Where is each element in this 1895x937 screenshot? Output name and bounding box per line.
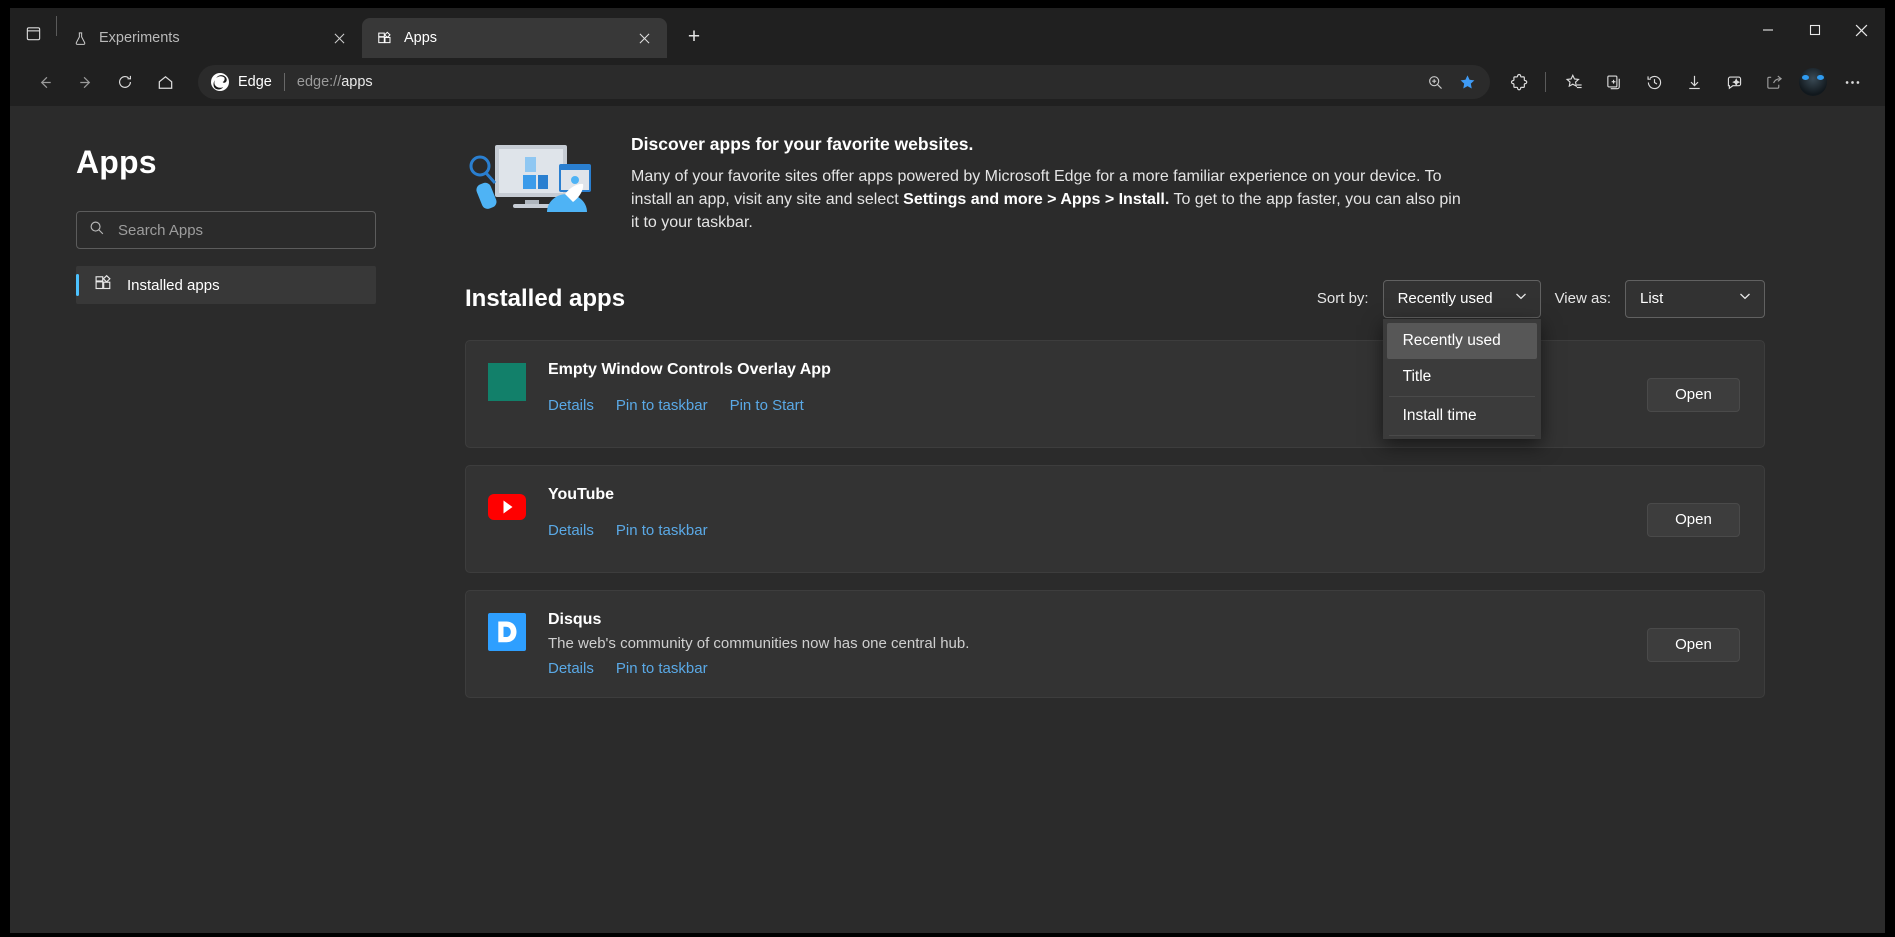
omnibox-actions	[1420, 68, 1482, 96]
minimize-button[interactable]	[1744, 8, 1791, 52]
teal-square-icon	[488, 362, 526, 401]
app-card-empty-window-controls-overlay: Empty Window Controls Overlay App Detail…	[465, 339, 1765, 448]
open-button[interactable]: Open	[1647, 627, 1740, 662]
section-title: Installed apps	[465, 284, 626, 312]
search-icon	[89, 220, 105, 241]
pin-to-taskbar-link[interactable]: Pin to taskbar	[616, 660, 708, 677]
browser-window: Experiments Apps + Edge edge://apps Apps…	[10, 8, 1885, 933]
open-button[interactable]: Open	[1647, 502, 1740, 537]
app-description: The web's community of communities now h…	[548, 634, 970, 652]
sidebar: Apps Installed apps	[10, 106, 410, 933]
view-as-value: List	[1640, 290, 1664, 308]
sort-option-title[interactable]: Title	[1387, 359, 1537, 395]
collections-icon[interactable]	[1595, 65, 1633, 99]
pin-to-taskbar-link[interactable]: Pin to taskbar	[616, 522, 708, 539]
chevron-down-icon	[1738, 289, 1752, 308]
youtube-icon	[488, 488, 526, 526]
downloads-icon[interactable]	[1675, 65, 1713, 99]
hero-heading: Discover apps for your favorite websites…	[631, 134, 974, 154]
sidebar-item-installed-apps[interactable]: Installed apps	[76, 266, 376, 304]
refresh-icon[interactable]	[106, 65, 144, 99]
sort-option-install-time[interactable]: Install time	[1387, 398, 1537, 434]
hero-body: Many of your favorite sites offer apps p…	[631, 168, 1461, 231]
home-icon[interactable]	[146, 65, 184, 99]
menu-separator	[1388, 434, 1535, 436]
tab-close-button[interactable]	[326, 25, 352, 51]
url-text: edge://apps	[296, 74, 373, 90]
toolbar-divider	[1545, 72, 1546, 92]
profile-avatar[interactable]	[1799, 68, 1827, 96]
disqus-icon	[488, 612, 526, 651]
app-card-youtube: YouTube Details Pin to taskbar Open	[465, 464, 1765, 573]
tab-actions-button[interactable]	[10, 8, 56, 58]
sort-by-dropdown[interactable]: Recently used Recently used Title Instal…	[1382, 279, 1541, 439]
app-name: YouTube	[548, 485, 615, 503]
tab-close-button[interactable]	[631, 25, 657, 51]
main-content: Discover apps for your favorite websites…	[410, 106, 1885, 933]
view-as-dropdown[interactable]: List	[1625, 279, 1765, 318]
app-name: Disqus	[548, 610, 602, 628]
edge-brand: Edge	[210, 72, 272, 92]
browser-toolbar: Edge edge://apps	[10, 58, 1885, 106]
tab-title: Experiments	[99, 30, 180, 46]
details-link[interactable]: Details	[548, 522, 594, 539]
forward-arrow-icon[interactable]	[66, 65, 104, 99]
sort-by-value: Recently used	[1397, 290, 1493, 308]
pin-to-start-link[interactable]: Pin to Start	[730, 397, 804, 414]
app-actions: Details Pin to taskbar	[548, 660, 1647, 677]
favorites-icon[interactable]	[1555, 65, 1593, 99]
apps-grid-icon	[94, 273, 113, 297]
copilot-icon[interactable]	[1715, 65, 1753, 99]
flask-icon	[71, 29, 89, 47]
tab-experiments[interactable]: Experiments	[57, 18, 362, 58]
window-controls	[1744, 8, 1885, 52]
edge-brand-label: Edge	[238, 74, 272, 90]
hero-banner: Discover apps for your favorite websites…	[410, 134, 1885, 235]
chevron-down-icon	[1514, 289, 1528, 308]
search-apps-box[interactable]	[76, 211, 376, 249]
app-card-disqus: Disqus The web's community of communitie…	[465, 589, 1765, 698]
favorite-star-icon[interactable]	[1452, 68, 1482, 96]
sort-by-menu: Recently used Title Install time	[1382, 318, 1541, 439]
page-content: Apps Installed apps	[10, 106, 1885, 933]
settings-more-icon[interactable]	[1833, 65, 1871, 99]
back-arrow-icon[interactable]	[26, 65, 64, 99]
share-icon[interactable]	[1755, 65, 1793, 99]
apps-grid-icon	[376, 29, 394, 47]
extensions-icon[interactable]	[1500, 65, 1538, 99]
close-button[interactable]	[1838, 8, 1885, 52]
zoom-in-icon[interactable]	[1420, 68, 1450, 96]
list-controls: Sort by: Recently used Recently used Tit…	[1316, 279, 1765, 439]
open-button[interactable]: Open	[1647, 377, 1740, 412]
search-input[interactable]	[118, 221, 363, 239]
view-as-label: View as:	[1554, 290, 1611, 308]
sidebar-item-label: Installed apps	[127, 276, 220, 294]
new-tab-button[interactable]: +	[677, 20, 711, 54]
edge-logo-icon	[211, 73, 229, 91]
maximize-button[interactable]	[1791, 8, 1838, 52]
app-actions: Details Pin to taskbar	[548, 522, 1647, 539]
page-title: Apps	[76, 144, 157, 180]
pin-to-taskbar-link[interactable]: Pin to taskbar	[616, 397, 708, 414]
tab-title: Apps	[404, 30, 438, 46]
installed-apps-header: Installed apps Sort by: Recently used Re…	[410, 279, 1885, 439]
omnibox-divider	[283, 73, 285, 91]
details-link[interactable]: Details	[548, 660, 594, 677]
tab-apps[interactable]: Apps	[362, 18, 667, 58]
installed-apps-list: Empty Window Controls Overlay App Detail…	[410, 339, 1885, 698]
address-bar[interactable]: Edge edge://apps	[198, 65, 1490, 99]
sort-option-recently-used[interactable]: Recently used	[1386, 322, 1537, 359]
menu-separator	[1388, 395, 1535, 397]
history-icon[interactable]	[1635, 65, 1673, 99]
discover-apps-illustration	[465, 140, 605, 232]
sort-by-label: Sort by:	[1316, 290, 1369, 308]
tab-strip: Experiments Apps +	[10, 8, 1885, 58]
details-link[interactable]: Details	[548, 397, 594, 414]
